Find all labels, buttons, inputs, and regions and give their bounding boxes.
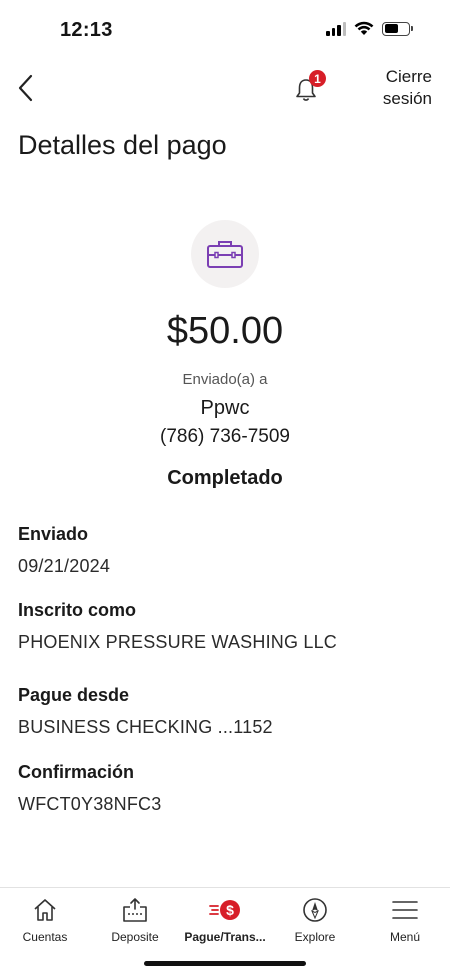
detail-enrolled-as: Inscrito como PHOENIX PRESSURE WASHING L… [18, 600, 337, 653]
nav-item-deposit[interactable]: Deposite [90, 888, 180, 948]
pay-transfer-icon: $ [209, 900, 240, 920]
notification-badge: 1 [309, 70, 326, 87]
briefcase-icon [207, 241, 243, 268]
sent-to-label: Enviado(a) a [182, 371, 268, 388]
nav-label: Explore [294, 930, 336, 944]
detail-value: WFCT0Y38NFC3 [18, 794, 162, 814]
recipient-name: Ppwc [200, 397, 250, 419]
header: 1 Cierre sesión [0, 60, 450, 120]
logout-label-line2: sesión [382, 89, 432, 108]
detail-label: Pague desde [18, 685, 130, 705]
nav-item-accounts[interactable]: Cuentas [0, 888, 90, 948]
menu-icon [392, 901, 418, 919]
svg-text:$: $ [226, 902, 234, 918]
payment-icon-circle [191, 220, 259, 288]
nav-label: Pague/Trans... [184, 930, 266, 944]
compass-icon [303, 898, 327, 922]
chevron-left-icon [18, 74, 33, 102]
logout-label-line1: Cierre [385, 67, 432, 86]
detail-pay-from: Pague desde BUSINESS CHECKING ...1152 [18, 685, 273, 738]
detail-value: PHOENIX PRESSURE WASHING LLC [18, 632, 338, 652]
signal-icon [326, 21, 346, 36]
battery-icon [382, 21, 413, 36]
status-bar: 12:13 [0, 0, 450, 60]
detail-value: 09/21/2024 [18, 556, 111, 576]
detail-confirmation: Confirmación WFCT0Y38NFC3 [18, 762, 161, 815]
page-title: Detalles del pago [18, 130, 227, 160]
recipient-phone: (786) 736-7509 [160, 426, 290, 447]
payment-amount: $50.00 [166, 310, 284, 352]
detail-label: Inscrito como [18, 600, 137, 620]
status-icons [326, 21, 413, 36]
payment-status: Completado [167, 467, 283, 489]
nav-item-pay-transfer[interactable]: $ Pague/Trans... [180, 888, 270, 948]
detail-value: BUSINESS CHECKING ...1152 [18, 717, 273, 737]
notifications-button[interactable]: 1 [290, 70, 326, 106]
nav-label: Cuentas [22, 930, 68, 944]
nav-item-explore[interactable]: Explore [270, 888, 360, 948]
detail-label: Confirmación [18, 762, 135, 782]
nav-item-menu[interactable]: Menú [360, 888, 450, 948]
wifi-icon [354, 21, 374, 35]
detail-label: Enviado [18, 524, 89, 544]
logout-button[interactable]: Cierre sesión [383, 66, 432, 110]
home-indicator [144, 961, 306, 966]
back-button[interactable] [12, 72, 42, 104]
home-icon [34, 899, 56, 921]
status-time: 12:13 [60, 19, 113, 41]
detail-sent-date: Enviado 09/21/2024 [18, 524, 110, 577]
deposit-icon [123, 898, 147, 922]
nav-label: Deposite [111, 930, 159, 944]
nav-label: Menú [389, 930, 421, 944]
